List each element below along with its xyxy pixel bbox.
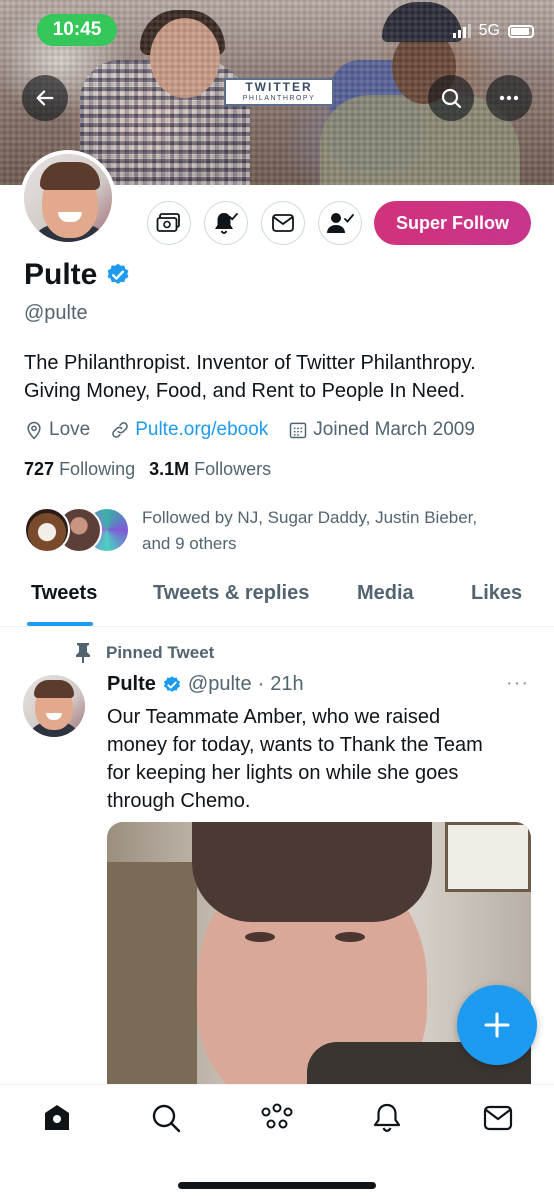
website-link[interactable]: Pulte.org/ebook [135,419,268,441]
more-button[interactable] [486,75,532,121]
followed-by-line-1: Followed by NJ, Sugar Daddy, Justin Bieb… [142,508,478,527]
following-count: 727 [24,459,55,479]
location: Love [24,419,90,441]
logo-line-2: PHILANTHROPY [242,95,316,102]
following-label: Following [59,459,136,479]
nav-notifications[interactable] [370,1101,404,1135]
status-indicators: 5G [452,22,534,40]
website[interactable]: Pulte.org/ebook [110,419,268,441]
verified-badge-icon [163,675,180,692]
envelope-icon [272,214,294,232]
nav-spaces[interactable] [260,1101,294,1135]
search-icon [152,1104,181,1133]
bio-line-1: The Philanthropist. Inventor of Twitter … [24,352,476,374]
verified-badge-icon [107,263,129,284]
profile-avatar[interactable] [20,150,116,246]
tweet-more-button[interactable]: ··· [506,672,529,695]
join-date: Joined March 2009 [288,419,475,441]
nav-messages[interactable] [481,1101,515,1135]
follow-stats: 727 Following 3.1M Followers [24,459,271,480]
money-icon [156,213,180,232]
followed-by[interactable]: Followed by NJ, Sugar Daddy, Justin Bieb… [24,505,522,557]
following-link[interactable]: 727 Following [24,459,135,480]
notifications-icon [373,1103,401,1132]
follower-avatars [24,505,134,555]
tab-likes[interactable]: Likes [471,582,522,605]
tab-tweets-replies[interactable]: Tweets & replies [153,582,309,605]
messages-icon [483,1105,513,1131]
search-button[interactable] [428,75,474,121]
nav-home[interactable] [40,1101,74,1135]
signal-icon [452,24,471,38]
joined-text: Joined March 2009 [313,419,475,440]
tweet-time: 21h [270,673,304,695]
tweet-text-line-4: through Chemo. [107,790,251,812]
tweet-handle: @pulte [187,673,252,695]
profile-name: Pulte [24,258,98,291]
tweet-text-line-2: money for today, wants to Thank the Team [107,734,483,756]
calendar-icon [290,422,307,439]
network-label: 5G [478,22,500,39]
arrow-left-icon [36,90,54,106]
nav-search[interactable] [149,1101,183,1135]
tweet-header: Pulte @pulte · 21h [107,673,304,696]
tip-button[interactable] [147,201,191,245]
tweet-text-line-3: for keeping her lights on while she goes [107,762,459,784]
followed-by-line-2: and 9 others [142,534,237,553]
twitter-philanthropy-logo: TWITTER PHILANTHROPY [224,78,334,106]
pin-icon [76,643,90,663]
notifications-toggle-button[interactable] [204,201,248,245]
profile-display-name: Pulte [24,258,131,292]
pinned-label-row: Pinned Tweet [74,642,214,664]
tweet-author[interactable]: Pulte [107,673,156,696]
back-button[interactable] [22,75,68,121]
tweet-text-line-1: Our Teammate Amber, who we raised [107,706,441,728]
battery-icon [508,24,534,38]
followers-count: 3.1M [149,459,190,479]
tweet-separator: · [257,673,265,695]
logo-line-1: TWITTER [245,80,313,94]
tweet-text: Our Teammate Amber, who we raised money … [107,703,527,815]
location-text: Love [49,419,91,440]
spaces-icon [261,1103,293,1129]
compose-tweet-button[interactable] [457,985,537,1065]
person-check-icon [327,213,354,233]
tweet-avatar[interactable] [23,675,85,737]
followers-label: Followers [194,459,272,479]
pinned-tweet-label: Pinned Tweet [106,643,215,662]
tab-tweets[interactable]: Tweets [31,582,97,605]
message-button[interactable] [261,201,305,245]
profile-meta: Love Pulte.org/ebook Joined March 2009 [24,419,495,441]
status-time: 10:45 [37,14,117,46]
bio-line-2: Giving Money, Food, and Rent to People I… [24,380,466,402]
plus-icon [484,1012,510,1038]
followed-by-text: Followed by NJ, Sugar Daddy, Justin Bieb… [142,505,522,557]
location-pin-icon [27,421,41,440]
home-indicator [178,1182,376,1189]
profile-tabs: Tweets Tweets & replies Media Likes [0,570,554,627]
active-tab-indicator [27,622,93,626]
tab-media[interactable]: Media [357,582,414,605]
profile-handle: @pulte [24,302,88,324]
bell-check-icon [215,213,238,234]
profile-bio: The Philanthropist. Inventor of Twitter … [24,349,534,405]
more-horizontal-icon [499,95,519,101]
super-follow-button[interactable]: Super Follow [374,201,531,245]
avatar [24,507,70,553]
home-icon [45,1105,69,1130]
following-button[interactable] [318,201,362,245]
followers-link[interactable]: 3.1M Followers [149,459,271,480]
link-icon [112,422,128,438]
search-icon [441,88,462,109]
